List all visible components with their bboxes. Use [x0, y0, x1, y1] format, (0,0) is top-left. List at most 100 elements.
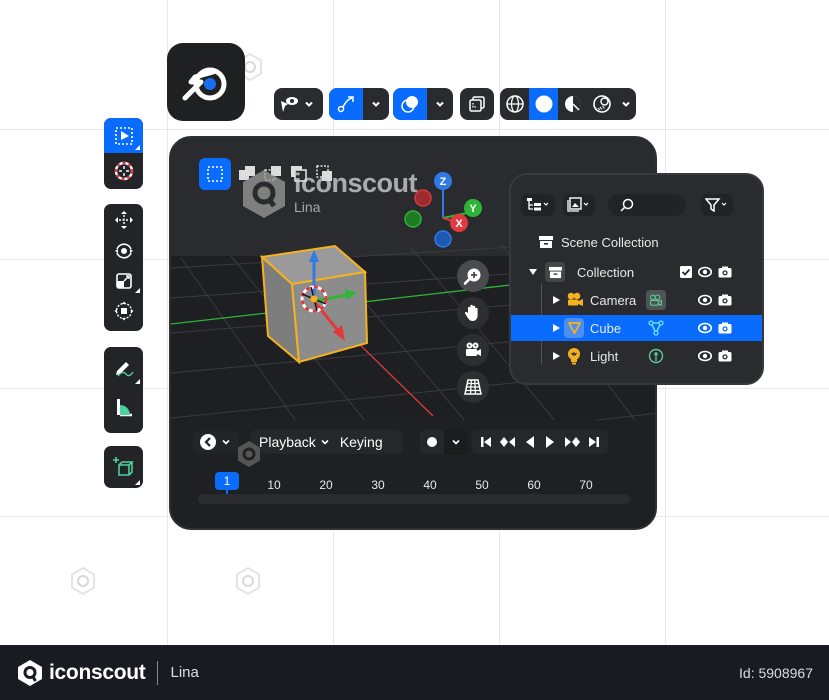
footer-brand-name: iconscout	[49, 660, 146, 684]
mesh-object-icon	[564, 318, 584, 338]
eye-icon[interactable]	[698, 294, 712, 306]
light-data-icon[interactable]	[648, 348, 664, 364]
shading-dropdown[interactable]	[616, 88, 636, 120]
xray-toggle[interactable]	[460, 88, 494, 120]
add-cube-icon	[112, 457, 134, 476]
outliner-row-light[interactable]: Light	[511, 343, 762, 369]
shading-material-button[interactable]	[558, 88, 587, 120]
cube-visibility-controls	[698, 322, 732, 334]
rendered-sphere-icon	[592, 95, 611, 113]
material-preview-icon	[564, 96, 581, 112]
gizmos-toggle[interactable]	[329, 88, 389, 120]
outliner-filter-view-dropdown[interactable]	[563, 194, 595, 216]
select-box-tool[interactable]	[104, 118, 143, 153]
frame-label: 10	[267, 478, 281, 492]
orientation-gizmo[interactable]: Z Y X	[404, 172, 482, 248]
next-keyframe-icon[interactable]	[564, 436, 580, 448]
jump-end-icon[interactable]	[588, 436, 600, 448]
outliner-filter-dropdown[interactable]	[701, 194, 733, 216]
outliner-row-collection[interactable]: Collection	[511, 259, 762, 285]
outliner-display-mode-dropdown[interactable]	[521, 194, 555, 216]
move-icon	[114, 211, 133, 229]
watermark-icon	[236, 567, 260, 595]
expand-right-icon[interactable]	[553, 352, 560, 360]
render-camera-icon[interactable]	[718, 350, 732, 362]
outliner-panel: Scene Collection Collection Camera Cube …	[509, 173, 764, 385]
checkbox-checked-icon[interactable]	[680, 266, 692, 278]
clock-icon	[200, 434, 216, 450]
play-reverse-icon[interactable]	[524, 436, 536, 448]
timeline-scrubber[interactable]	[198, 494, 630, 504]
camera-data-icon[interactable]	[646, 290, 666, 310]
cursor-tool[interactable]	[104, 153, 143, 189]
chevron-down-icon	[372, 101, 380, 107]
camera-view-button[interactable]	[457, 334, 489, 366]
outliner-row-scene-collection[interactable]: Scene Collection	[511, 229, 762, 255]
chevron-down-icon	[305, 101, 313, 107]
render-camera-icon[interactable]	[718, 294, 732, 306]
select-intersect-icon[interactable]	[315, 164, 335, 184]
measure-tool[interactable]	[104, 387, 143, 427]
select-subtract-icon[interactable]	[263, 164, 283, 184]
auto-keying-dropdown[interactable]	[444, 430, 468, 454]
pan-button[interactable]	[457, 297, 489, 329]
gizmo-curve-arrow-icon[interactable]	[329, 88, 363, 120]
transport-controls	[472, 430, 608, 454]
shading-wireframe-button[interactable]	[500, 88, 529, 120]
zoom-in-icon	[463, 268, 481, 285]
display-mode-icon	[527, 198, 549, 211]
select-extend-icon[interactable]	[237, 164, 257, 184]
gizmos-dropdown[interactable]	[363, 88, 389, 120]
tool-group-annotate	[104, 347, 143, 433]
render-camera-icon[interactable]	[718, 322, 732, 334]
jump-start-icon[interactable]	[480, 436, 492, 448]
3d-cursor-icon	[114, 161, 133, 181]
add-cube-tool[interactable]	[104, 446, 143, 488]
overlays-toggle[interactable]	[393, 88, 453, 120]
render-camera-icon[interactable]	[718, 266, 732, 278]
overlays-dropdown[interactable]	[427, 88, 453, 120]
perspective-toggle-button[interactable]	[457, 371, 489, 403]
keying-menu[interactable]: Keying	[340, 434, 383, 450]
play-icon[interactable]	[544, 436, 556, 448]
timeline-editor-type-dropdown[interactable]	[193, 430, 239, 454]
select-invert-icon[interactable]	[289, 164, 309, 184]
mesh-data-icon[interactable]	[648, 320, 664, 336]
zoom-in-button[interactable]	[457, 260, 489, 292]
eye-icon[interactable]	[698, 322, 712, 334]
expand-down-icon[interactable]	[529, 268, 537, 276]
expand-right-icon[interactable]	[553, 324, 560, 332]
select-new-button[interactable]	[199, 158, 231, 190]
shading-rendered-button[interactable]	[587, 88, 616, 120]
transform-tool[interactable]	[104, 296, 143, 326]
scale-tool[interactable]	[104, 266, 143, 296]
annotate-tool[interactable]	[104, 347, 143, 387]
shading-modes	[500, 88, 636, 120]
expand-right-icon[interactable]	[553, 296, 560, 304]
filter-funnel-icon	[705, 198, 727, 212]
footer-author: Lina	[170, 664, 199, 681]
outliner-search-input[interactable]	[608, 194, 686, 216]
eye-icon[interactable]	[698, 266, 712, 278]
scale-icon	[115, 273, 132, 289]
overlay-circles-icon[interactable]	[393, 88, 427, 120]
footer-divider	[157, 660, 159, 685]
transform-icon	[114, 301, 133, 321]
solid-sphere-icon	[535, 95, 552, 113]
pan-hand-icon	[464, 304, 478, 321]
prev-keyframe-icon[interactable]	[500, 436, 516, 448]
annotate-pencil-icon	[115, 362, 134, 377]
outliner-row-cube[interactable]: Cube	[511, 315, 762, 341]
current-frame-indicator[interactable]: 1	[215, 472, 239, 490]
eye-icon[interactable]	[698, 350, 712, 362]
rotate-tool[interactable]	[104, 236, 143, 266]
shading-solid-button[interactable]	[529, 88, 558, 120]
watermark-icon	[238, 441, 260, 467]
move-tool[interactable]	[104, 204, 143, 236]
blender-logo-icon	[182, 67, 227, 101]
collection-box-icon	[539, 236, 553, 248]
view-object-types-dropdown[interactable]	[274, 88, 323, 120]
playback-menu[interactable]: Playback	[259, 434, 316, 450]
outliner-row-camera[interactable]: Camera	[511, 287, 762, 313]
auto-keying-toggle[interactable]	[420, 430, 468, 454]
